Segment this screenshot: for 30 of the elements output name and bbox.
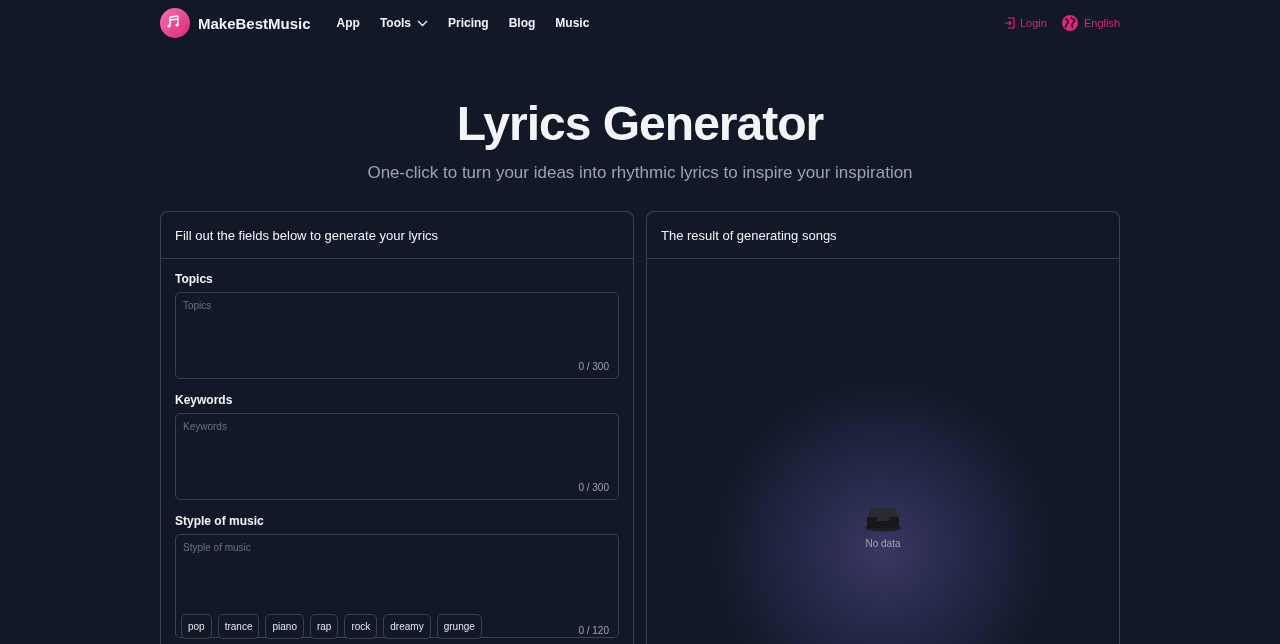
empty-message: No data <box>865 538 901 549</box>
page-subtitle: One-click to turn your ideas into rhythmic lyrics to inspire your inspiration <box>366 163 914 183</box>
card-title: Fill out the fields below to generate your lyrics <box>161 212 633 259</box>
style-tag[interactable]: dreamy <box>383 614 431 639</box>
field-label: Topics <box>175 272 213 286</box>
character-counter: 0 / 300 <box>578 361 609 372</box>
nav-link[interactable]: Music <box>555 16 590 30</box>
character-counter: 0 / 120 <box>578 625 609 636</box>
field-label: Styple of music <box>175 514 264 528</box>
login-icon <box>1004 17 1015 29</box>
style-tag[interactable]: trance <box>217 614 260 639</box>
nav-link[interactable]: Tools <box>379 16 428 30</box>
nav-link[interactable]: Blog <box>508 16 536 30</box>
page-title: Lyrics Generator <box>455 96 825 151</box>
style-tag[interactable]: pop <box>181 614 212 639</box>
nav-link[interactable]: App <box>336 16 360 30</box>
card-title: The result of generating songs <box>647 212 1119 259</box>
logo-icon <box>160 8 190 38</box>
style-tag[interactable]: rock <box>344 614 378 639</box>
field-label: Keywords <box>175 393 233 407</box>
style-tag[interactable]: rap <box>309 614 339 639</box>
login-link[interactable]: Login <box>1004 17 1047 29</box>
brand-name[interactable]: MakeBestMusic <box>198 14 311 32</box>
character-counter: 0 / 300 <box>578 482 609 493</box>
empty-tray-icon <box>864 507 902 532</box>
globe-icon <box>1060 14 1079 32</box>
style-tag[interactable]: grunge <box>436 614 482 639</box>
language-link[interactable]: English <box>1060 14 1120 32</box>
style-tag[interactable]: piano <box>265 614 304 639</box>
nav-link[interactable]: Pricing <box>448 16 489 30</box>
